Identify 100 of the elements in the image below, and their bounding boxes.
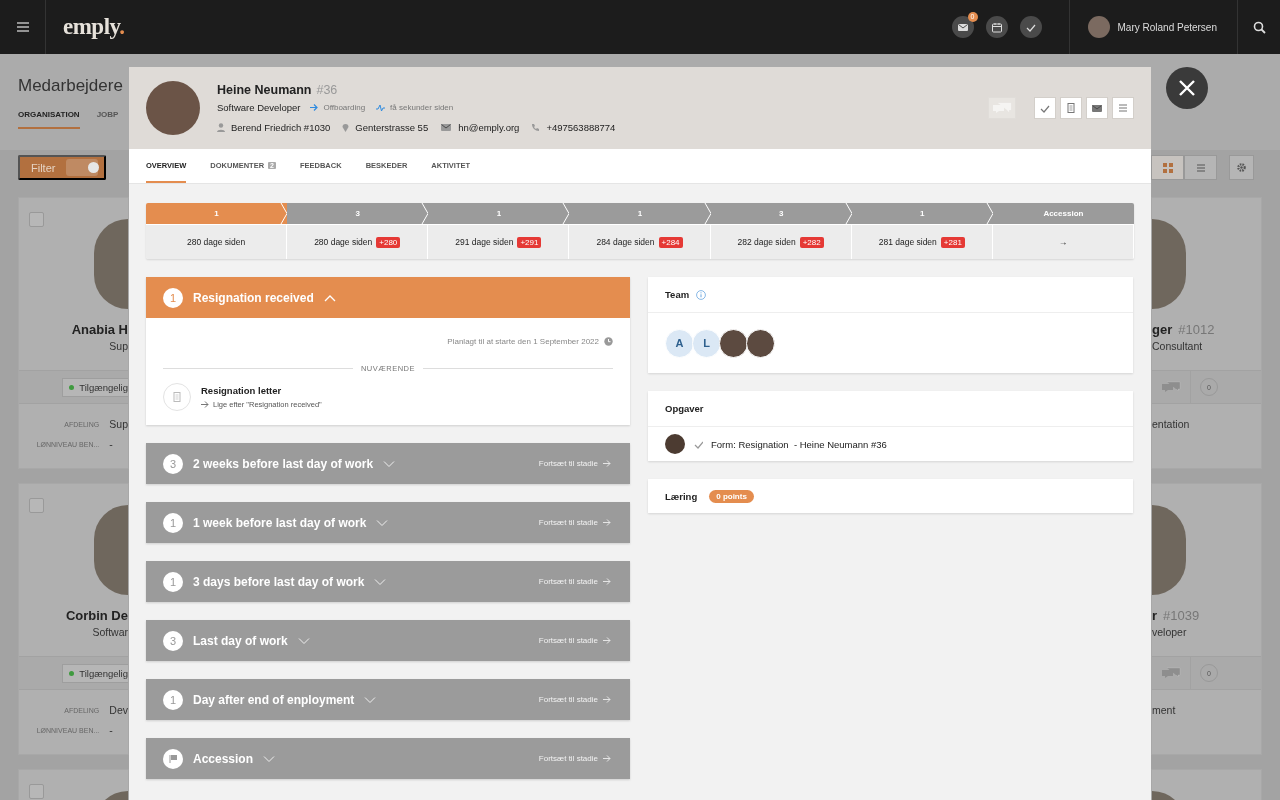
stage-header[interactable]: 3 2 weeks before last day of work Fortsæt til stadie [146, 443, 630, 484]
mail-icon [440, 122, 453, 133]
chevron-down-icon[interactable] [383, 459, 396, 468]
process-label[interactable]: Offboarding [323, 103, 366, 112]
phone-number[interactable]: +497563888774 [546, 122, 616, 133]
settings-button[interactable] [1229, 155, 1254, 180]
job-title: Softwar [92, 626, 128, 638]
member-avatar[interactable]: A [665, 328, 694, 358]
elapsed-label: 282 dage siden [737, 237, 796, 247]
stage-step[interactable]: 1 [569, 203, 711, 224]
continue-link[interactable]: Fortsæt til stadie [538, 695, 611, 704]
stage-header[interactable]: Accession Fortsæt til stadie [146, 738, 630, 779]
continue-link[interactable]: Fortsæt til stadie [538, 754, 611, 763]
page-tab[interactable]: ORGANISATION [18, 110, 80, 129]
page-tab[interactable]: JOBP [96, 110, 119, 129]
stage-header[interactable]: 1 1 week before last day of work Fortsæt til stadie [146, 502, 630, 543]
chevron-down-icon[interactable] [374, 577, 387, 586]
document-button[interactable] [1060, 97, 1082, 119]
chevron-up-icon[interactable] [323, 293, 336, 302]
elapsed-label: 280 dage siden [187, 237, 246, 247]
tasks-button[interactable] [1019, 16, 1042, 38]
person-icon [217, 123, 225, 132]
field-value: entation [1152, 417, 1191, 430]
stage-title: Last day of work [193, 633, 288, 648]
continue-link[interactable]: Fortsæt til stadie [538, 518, 611, 527]
stage-title: 2 weeks before last day of work [193, 456, 374, 471]
points-badge: 0 points [709, 489, 754, 503]
status-pill: Tilgængelig [62, 377, 128, 397]
employee-name: Corbin De [65, 608, 128, 623]
filter-toggle[interactable] [66, 159, 98, 176]
checkbox[interactable] [29, 498, 44, 513]
checkbox[interactable] [29, 212, 44, 227]
chevron-down-icon[interactable] [297, 636, 310, 645]
chevron-down-icon[interactable] [376, 518, 389, 527]
stage-step[interactable]: Accession [992, 203, 1134, 224]
activity-icon [376, 103, 386, 112]
job-title: veloper [1152, 626, 1188, 638]
job-title: Software Developer [217, 102, 301, 113]
page-title: Medarbejdere [18, 76, 124, 96]
clock-icon [604, 336, 613, 346]
calendar-button[interactable] [985, 16, 1008, 38]
approve-button[interactable] [1034, 97, 1056, 119]
employee-number: #1012 [1178, 322, 1215, 337]
stage-header[interactable]: 1 3 days before last day of work Fortsæt til stadie [146, 561, 630, 602]
stage-title: 3 days before last day of work [193, 574, 365, 589]
arrow-right-icon [310, 104, 319, 111]
chat-icon[interactable] [1161, 667, 1181, 679]
settings-icon [1236, 162, 1247, 173]
continue-link[interactable]: Fortsæt til stadie [538, 636, 611, 645]
card-title: Opgaver [665, 403, 704, 414]
arrow-right-icon [603, 460, 611, 467]
overdue-badge: +291 [517, 236, 542, 248]
continue-link[interactable]: Fortsæt til stadie [538, 577, 611, 586]
stage-header[interactable]: 1 Resignation received [146, 277, 630, 318]
info-icon [696, 289, 707, 300]
arrow-label: → [1058, 237, 1068, 247]
mail-button[interactable] [1086, 97, 1108, 119]
email-link[interactable]: hn@emply.org [458, 122, 520, 133]
job-title: Consultant [1152, 340, 1204, 352]
grid-icon [1162, 162, 1173, 173]
document-icon [1065, 102, 1077, 114]
stage-title: 1 week before last day of work [193, 515, 367, 530]
member-photo[interactable] [719, 328, 748, 358]
user-name[interactable]: Mary Roland Petersen [1117, 21, 1217, 33]
employee-number: #1039 [1163, 608, 1200, 623]
logo: emply. [63, 14, 125, 40]
job-title: Sup [109, 340, 128, 352]
stage-flag-icon [163, 748, 183, 769]
chevron-down-icon[interactable] [263, 754, 276, 763]
count-badge: 1 [163, 689, 183, 710]
schedule-text: Planlagt til at starte den 1 September 2022 [447, 336, 599, 346]
stage-step[interactable]: 3 [287, 203, 429, 224]
grid-view-button[interactable] [1151, 155, 1184, 180]
stage-step[interactable]: 1 [428, 203, 570, 224]
chevron-down-icon[interactable] [364, 695, 377, 704]
stage-step[interactable]: 3 [710, 203, 852, 224]
continue-link[interactable]: Fortsæt til stadie [538, 459, 611, 468]
employee-name: ger [1152, 322, 1173, 337]
list-view-button[interactable] [1184, 155, 1217, 180]
overdue-badge: +280 [376, 236, 401, 248]
filter-button[interactable]: Filter [18, 155, 106, 180]
task-link[interactable]: Form: Resignation - Heine Neumann #36 [711, 438, 887, 450]
elapsed-label: 291 dage siden [455, 237, 514, 247]
stage-header[interactable]: 1 Day after end of enployment Fortsæt til stadie [146, 679, 630, 720]
search-icon [1252, 20, 1266, 34]
member-avatar[interactable]: L [692, 328, 721, 358]
avatar[interactable] [1087, 16, 1110, 38]
location-pin-icon [342, 123, 350, 132]
arrow-right-icon [603, 519, 611, 526]
member-photo[interactable] [746, 328, 775, 358]
elapsed-label: 281 dage siden [878, 237, 937, 247]
menu-icon [15, 21, 30, 33]
stage-step[interactable]: 1 [851, 203, 993, 224]
manager-name[interactable]: Berend Friedrich #1030 [231, 122, 331, 133]
item-title[interactable]: Resignation letter [201, 385, 322, 396]
chat-icon[interactable] [1161, 381, 1181, 393]
checkbox[interactable] [29, 784, 44, 799]
stage-header[interactable]: 3 Last day of work Fortsæt til stadie [146, 620, 630, 661]
arrow-right-icon [603, 637, 611, 644]
stage-step[interactable]: 1 [146, 203, 288, 224]
